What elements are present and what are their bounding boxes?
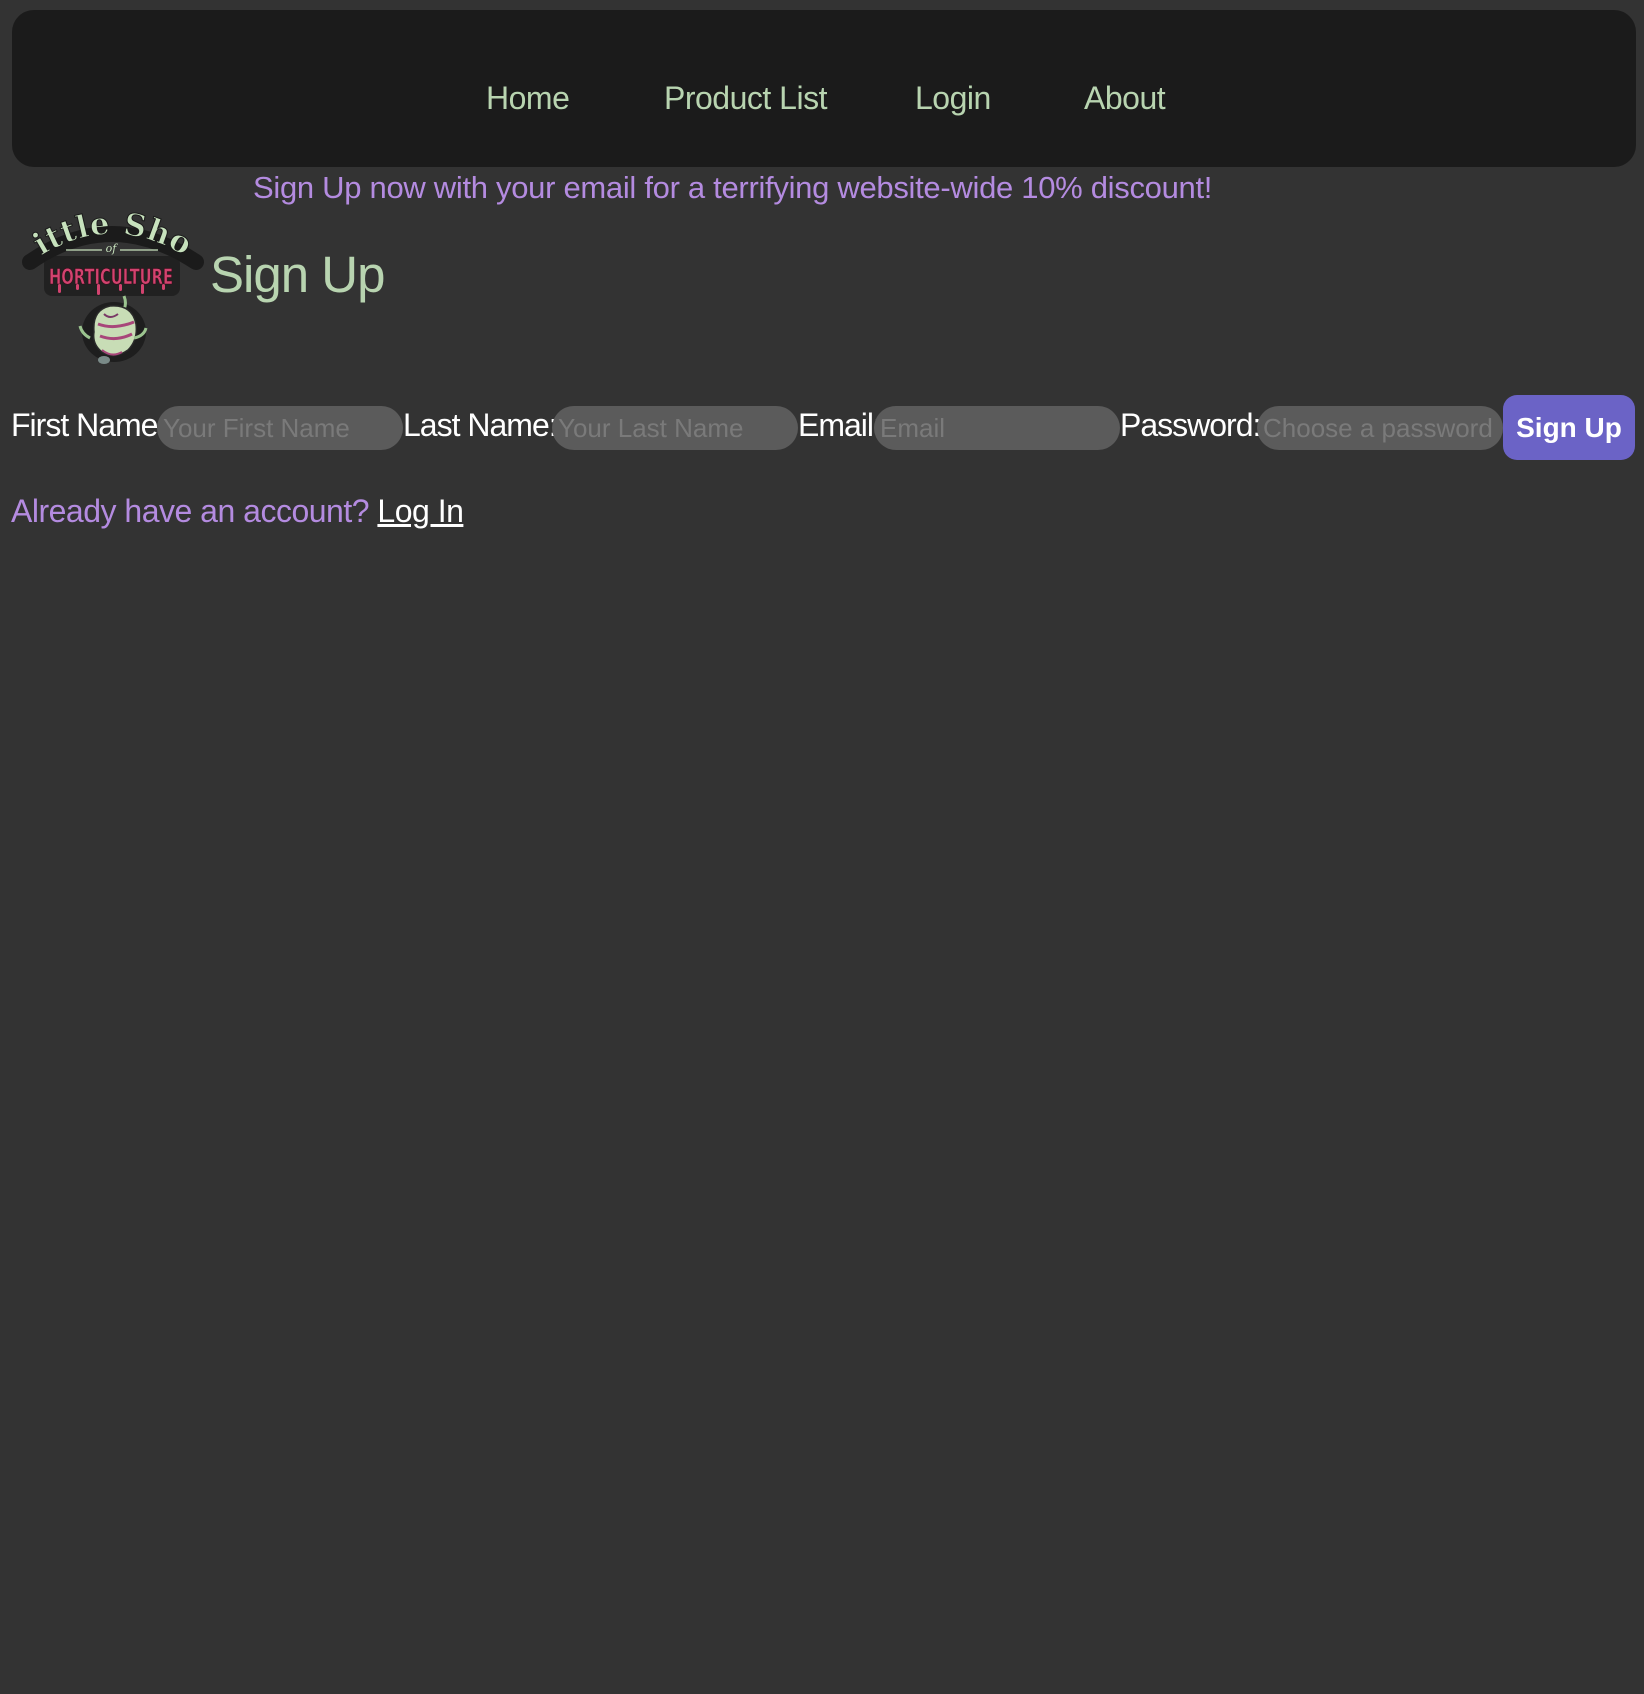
logo-line2: of <box>106 242 119 255</box>
promo-banner: Sign Up now with your email for a terrif… <box>253 170 1213 205</box>
shop-logo-svg: Little Shop of HORTICULTURE <box>6 182 204 364</box>
last-name-input[interactable] <box>552 406 798 450</box>
top-navbar: Home Product List Login About <box>12 10 1636 167</box>
venus-flytrap-plant-icon <box>78 295 148 364</box>
logo-line1: Little Shop <box>18 210 198 263</box>
page-title: Sign Up <box>210 246 385 303</box>
nav-login-link[interactable]: Login <box>915 78 991 118</box>
nav-home-link[interactable]: Home <box>486 78 570 118</box>
account-prompt-text: Already have an account? <box>11 493 370 529</box>
last-name-label: Last Name: <box>403 407 558 443</box>
login-prompt: Already have an account? Log In <box>11 491 464 531</box>
log-in-link[interactable]: Log In <box>377 493 463 529</box>
sign-up-button[interactable]: Sign Up <box>1503 395 1635 460</box>
password-input[interactable] <box>1257 406 1503 450</box>
password-label: Password: <box>1120 407 1261 443</box>
nav-about-link[interactable]: About <box>1084 78 1166 118</box>
email-input[interactable] <box>874 406 1120 450</box>
logo-line3: HORTICULTURE <box>49 265 173 289</box>
nav-product-list-link[interactable]: Product List <box>664 78 827 118</box>
first-name-label: First Name: <box>11 407 166 443</box>
shop-logo: Little Shop of HORTICULTURE <box>6 182 204 370</box>
first-name-input[interactable] <box>157 406 403 450</box>
email-label: Email: <box>798 407 882 443</box>
